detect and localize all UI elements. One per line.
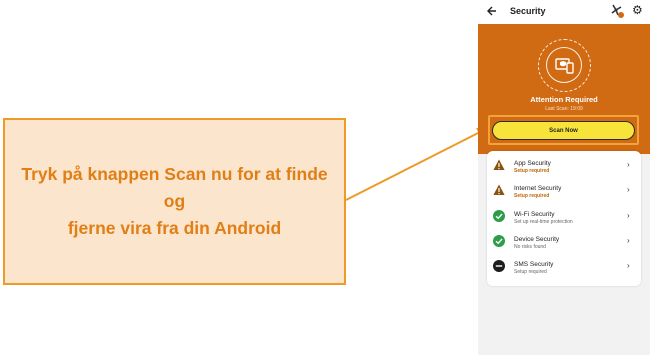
item-status: No risks found [514,244,546,250]
chevron-right-icon: › [627,236,630,245]
item-title: App Security [514,160,551,167]
callout-box: Tryk på knappen Scan nu for at finde og … [3,118,346,285]
app-bar: Security ⚙ [478,0,650,24]
item-title: Device Security [514,236,560,243]
check-circle-icon [493,235,505,247]
item-status: Set up real-time protection [514,219,573,225]
fan-icon[interactable] [610,4,624,18]
callout-line-2: fjerne vira fra din Android [67,218,282,238]
item-status: Setup required [514,269,547,275]
chevron-right-icon: › [627,211,630,220]
callout-line-1: Tryk på knappen Scan nu for at finde og [21,164,328,211]
blocked-icon [493,260,505,272]
security-list: App Security Setup required › Internet S… [487,151,641,286]
phone-screen: Security ⚙ Attention Required Last Scan:… [478,0,650,355]
list-item-app-security[interactable]: App Security Setup required › [487,153,641,178]
back-arrow-icon[interactable] [486,4,498,18]
list-item-sms-security[interactable]: SMS Security Setup required › [487,254,641,279]
status-title: Attention Required [530,95,598,104]
item-title: SMS Security [514,261,554,268]
scan-now-button[interactable]: Scan Now [492,121,635,140]
item-status: Setup required [514,193,550,199]
check-circle-icon [493,210,505,222]
warning-icon [493,159,505,170]
list-item-wifi-security[interactable]: Wi-Fi Security Set up real-time protecti… [487,204,641,229]
item-title: Wi-Fi Security [514,211,555,218]
chevron-right-icon: › [627,160,630,169]
callout-text: Tryk på knappen Scan nu for at finde og … [15,161,334,242]
chevron-right-icon: › [627,261,630,270]
status-inner-ring [546,47,582,83]
item-status: Setup required [514,168,550,174]
status-hero: Attention Required Last Scan: 19:09 Scan… [478,24,650,154]
list-item-device-security[interactable]: Device Security No risks found › [487,229,641,254]
gear-icon[interactable]: ⚙ [632,3,643,17]
page-title: Security [510,6,546,16]
warning-icon [493,184,505,195]
chevron-right-icon: › [627,185,630,194]
list-item-internet-security[interactable]: Internet Security Setup required › [487,178,641,203]
item-title: Internet Security [514,185,562,192]
device-shield-icon [555,58,574,74]
last-scan-text: Last Scan: 19:09 [545,106,583,112]
status-ring [538,39,591,92]
